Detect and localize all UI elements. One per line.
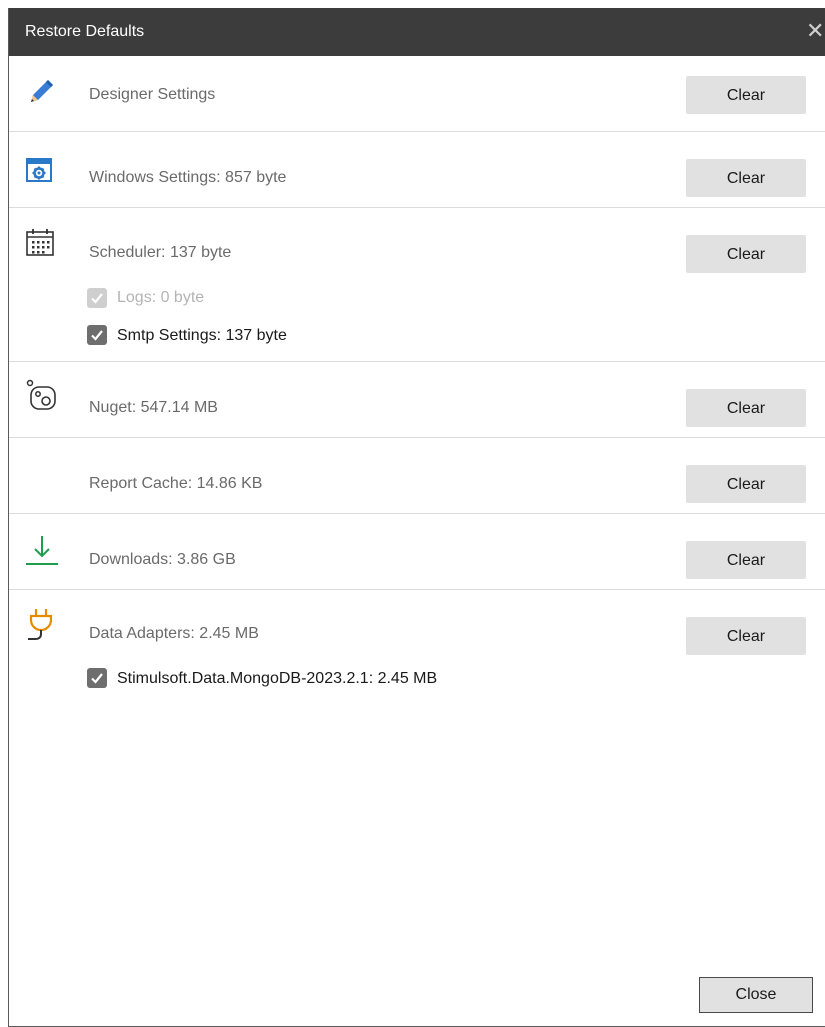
report-cache-label: Report Cache: 14.86 KB <box>89 475 263 492</box>
row-windows-settings: Windows Settings: 857 byte Clear <box>9 132 825 207</box>
row-designer-settings: Designer Settings Clear <box>9 56 825 131</box>
downloads-label: Downloads: 3.86 GB <box>89 551 236 568</box>
mongodb-adapter-label: Stimulsoft.Data.MongoDB-2023.2.1: 2.45 M… <box>117 670 438 687</box>
windows-settings-label: Windows Settings: 857 byte <box>89 169 287 186</box>
row-downloads: Downloads: 3.86 GB Clear <box>9 514 825 589</box>
smtp-settings-checkbox[interactable] <box>87 325 107 345</box>
close-button[interactable]: Close <box>699 977 813 1013</box>
window-settings-icon <box>25 156 57 188</box>
logs-checkbox <box>87 288 107 308</box>
clear-nuget-button[interactable]: Clear <box>686 389 806 427</box>
data-adapters-label: Data Adapters: 2.45 MB <box>89 625 259 642</box>
mongodb-adapter-checkbox[interactable] <box>87 668 107 688</box>
row-data-adapters: Data Adapters: 2.45 MB Clear Stimulsoft.… <box>9 590 825 710</box>
clear-report-cache-button[interactable]: Clear <box>686 465 806 503</box>
scheduler-label: Scheduler: 137 byte <box>89 244 232 261</box>
nuget-icon <box>25 378 57 410</box>
designer-settings-label: Designer Settings <box>89 86 216 103</box>
dialog-title: Restore Defaults <box>25 23 145 40</box>
download-icon <box>25 532 58 565</box>
calendar-icon <box>25 227 57 259</box>
clear-scheduler-button[interactable]: Clear <box>686 235 806 273</box>
clear-windows-settings-button[interactable]: Clear <box>686 159 806 197</box>
title-bar: Restore Defaults ✕ <box>9 8 825 56</box>
plug-icon <box>25 606 57 640</box>
row-scheduler: Scheduler: 137 byte Clear Logs: 0 byte S… <box>9 208 825 361</box>
restore-defaults-dialog: Restore Defaults ✕ Designer Settings Cle… <box>8 8 825 1027</box>
pencil-icon <box>25 76 57 108</box>
clear-designer-settings-button[interactable]: Clear <box>686 76 806 114</box>
nuget-label: Nuget: 547.14 MB <box>89 399 218 416</box>
row-nuget: Nuget: 547.14 MB Clear <box>9 362 825 437</box>
row-report-cache: Report Cache: 14.86 KB Clear <box>9 438 825 513</box>
smtp-settings-label: Smtp Settings: 137 byte <box>117 327 287 344</box>
logs-label: Logs: 0 byte <box>117 289 205 306</box>
clear-data-adapters-button[interactable]: Clear <box>686 617 806 655</box>
close-icon[interactable]: ✕ <box>806 17 825 45</box>
clear-downloads-button[interactable]: Clear <box>686 541 806 579</box>
